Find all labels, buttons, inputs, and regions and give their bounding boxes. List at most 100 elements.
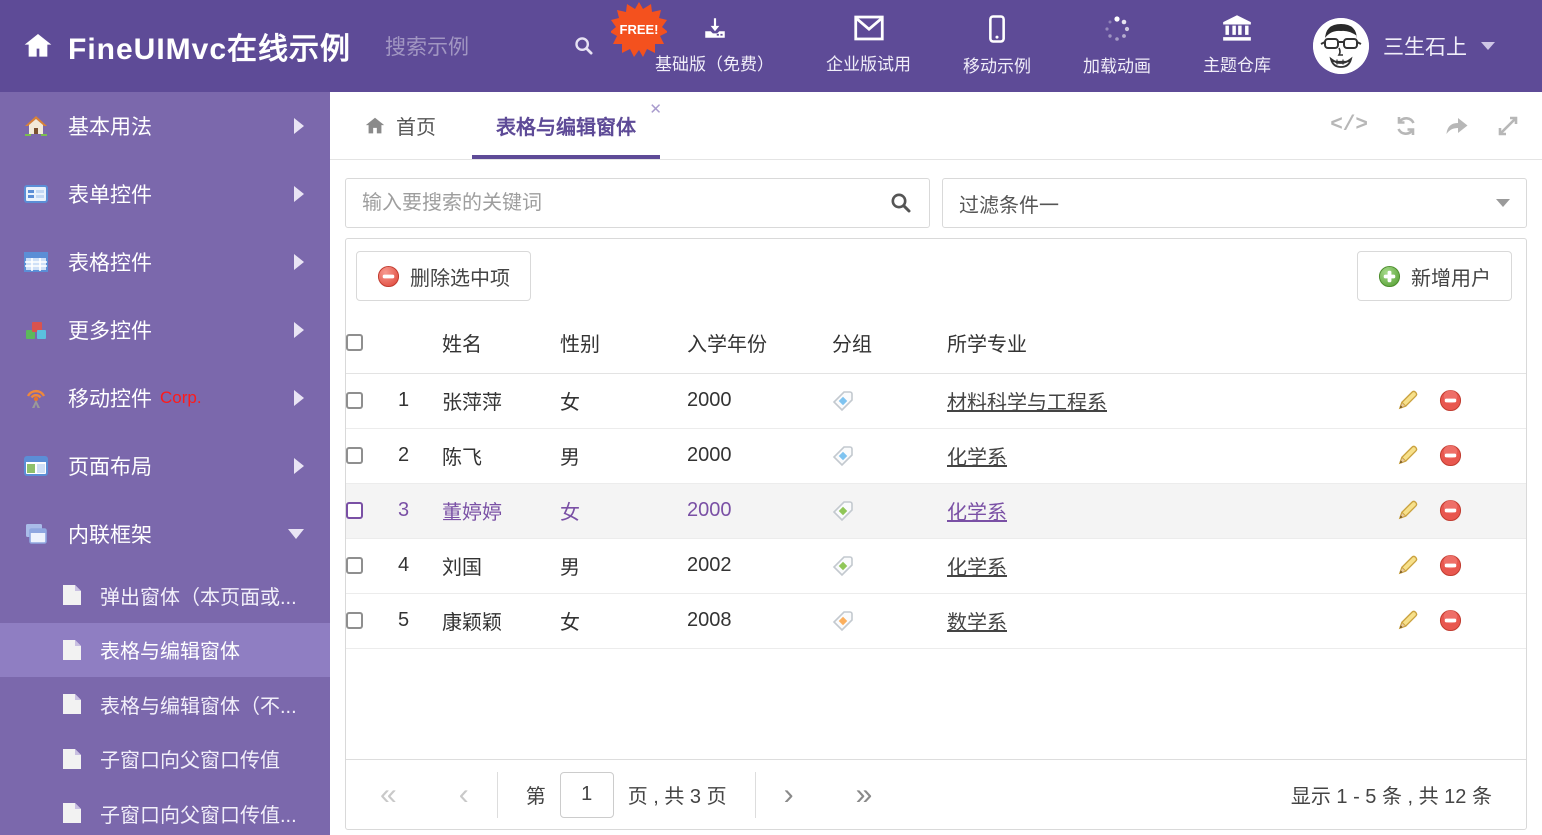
download-icon xyxy=(704,18,725,38)
nav-item-basic-edition[interactable]: FREE! 基础版（免费） xyxy=(611,2,774,77)
sidebar-subitem-3[interactable]: 子窗口向父窗口传值 xyxy=(0,732,330,787)
sidebar-item-label: 表单控件 xyxy=(68,184,152,207)
nav-item-mobile-demo[interactable]: 移动示例 xyxy=(963,15,1031,77)
sidebar-item-label: 表格控件 xyxy=(68,252,152,275)
row-checkbox[interactable] xyxy=(346,447,363,465)
table-row[interactable]: 2 陈飞 男 2000 化学系 xyxy=(346,428,1526,483)
sidebar-item-form-controls[interactable]: 表单控件 xyxy=(0,160,330,228)
sidebar-item-basic-usage[interactable]: 基本用法 xyxy=(0,92,330,160)
table-row[interactable]: 5 康颖颖 女 2008 数学系 xyxy=(346,593,1526,648)
column-header-group[interactable]: 分组 xyxy=(832,313,947,373)
home-icon[interactable] xyxy=(22,30,54,62)
cell-group xyxy=(832,593,947,648)
nav-item-label: 移动示例 xyxy=(963,57,1032,76)
nav-item-loading-animation[interactable]: 加载动画 xyxy=(1083,15,1151,77)
cell-major: 材料科学与工程系 xyxy=(947,373,1396,428)
sidebar-item-more-controls[interactable]: 更多控件 xyxy=(0,296,330,364)
column-header-name[interactable]: 姓名 xyxy=(442,313,560,373)
edit-icon[interactable] xyxy=(1396,444,1419,467)
keyword-search-box[interactable] xyxy=(345,178,930,228)
major-link[interactable]: 化学系 xyxy=(947,502,1007,524)
tab-bar: 首页 表格与编辑窗体 ✕ </> xyxy=(330,92,1542,160)
row-checkbox[interactable] xyxy=(346,392,363,410)
sidebar-subitem-2[interactable]: 表格与编辑窗体（不... xyxy=(0,677,330,732)
row-checkbox[interactable] xyxy=(346,557,363,575)
form-icon xyxy=(24,185,48,203)
major-link[interactable]: 化学系 xyxy=(947,557,1007,579)
edit-icon[interactable] xyxy=(1396,554,1419,577)
table-row[interactable]: 3 董婷婷 女 2000 化学系 xyxy=(346,483,1526,538)
row-checkbox[interactable] xyxy=(346,612,363,630)
cell-name: 陈飞 xyxy=(442,447,482,469)
page-number-input[interactable] xyxy=(559,771,614,818)
prev-page-button[interactable]: ‹ xyxy=(459,779,469,810)
sidebar-item-grid-controls[interactable]: 表格控件 xyxy=(0,228,330,296)
cell-year: 2008 xyxy=(687,609,732,631)
mobile-icon xyxy=(989,15,1005,43)
share-icon[interactable] xyxy=(1444,114,1470,138)
major-link[interactable]: 数学系 xyxy=(947,612,1007,634)
user-menu[interactable]: 三生石上 xyxy=(1313,18,1496,74)
sidebar-item-label: 基本用法 xyxy=(68,116,152,139)
refresh-icon[interactable] xyxy=(1394,114,1418,138)
table-row[interactable]: 4 刘国 男 2002 化学系 xyxy=(346,538,1526,593)
header-search[interactable]: 搜索示例 xyxy=(385,31,595,61)
table-icon xyxy=(24,252,48,272)
close-icon[interactable]: ✕ xyxy=(649,102,662,117)
cell-major: 数学系 xyxy=(947,593,1396,648)
sidebar-subitem-0[interactable]: 弹出窗体（本页面或... xyxy=(0,568,330,623)
sidebar-item-mobile-controls[interactable]: 移动控件 Corp. xyxy=(0,364,330,432)
edit-icon[interactable] xyxy=(1396,499,1419,522)
plus-circle-icon xyxy=(1378,265,1401,287)
row-checkbox[interactable] xyxy=(346,502,363,520)
sidebar: 基本用法 表单控件 表格控件 更多控件 移动控件 Corp. 页面布局 内联框架… xyxy=(0,92,330,835)
cell-name: 董婷婷 xyxy=(442,502,502,524)
sidebar-subitem-label: 子窗口向父窗口传值 xyxy=(100,750,280,773)
cell-gender: 女 xyxy=(560,502,580,524)
table-row[interactable]: 1 张萍萍 女 2000 材料科学与工程系 xyxy=(346,373,1526,428)
nav-item-enterprise-trial[interactable]: 企业版试用 xyxy=(826,15,911,77)
antenna-icon xyxy=(26,389,46,408)
view-source-icon[interactable]: </> xyxy=(1330,114,1368,137)
major-link[interactable]: 化学系 xyxy=(947,447,1007,469)
sidebar-subitem-1[interactable]: 表格与编辑窗体 xyxy=(0,622,330,677)
keyword-search-input[interactable] xyxy=(362,191,889,215)
home-icon xyxy=(365,117,385,133)
filter-dropdown[interactable]: 过滤条件一 xyxy=(942,178,1527,228)
select-all-checkbox[interactable] xyxy=(346,334,363,352)
delete-icon[interactable] xyxy=(1439,499,1462,522)
app-header: FineUIMvc在线示例 搜索示例 FREE! 基础版（免费） 企业版试用 移… xyxy=(0,0,1542,92)
edit-icon[interactable] xyxy=(1396,389,1419,412)
sidebar-subitem-4[interactable]: 子窗口向父窗口传值... xyxy=(0,786,330,835)
search-icon[interactable] xyxy=(889,191,913,215)
delete-icon[interactable] xyxy=(1439,389,1462,412)
edit-icon[interactable] xyxy=(1396,609,1419,632)
chevron-right-icon xyxy=(294,390,304,406)
next-page-button[interactable]: › xyxy=(784,779,794,810)
delete-icon[interactable] xyxy=(1439,444,1462,467)
tag-icon xyxy=(832,555,853,576)
delete-icon[interactable] xyxy=(1439,554,1462,577)
delete-icon[interactable] xyxy=(1439,609,1462,632)
sidebar-item-page-layout[interactable]: 页面布局 xyxy=(0,432,330,500)
first-page-button[interactable]: « xyxy=(380,779,397,810)
column-header-year[interactable]: 入学年份 xyxy=(687,313,832,373)
tab-home[interactable]: 首页 xyxy=(360,92,440,159)
last-page-button[interactable]: » xyxy=(856,779,873,810)
cell-name: 刘国 xyxy=(442,557,482,579)
add-user-button[interactable]: 新增用户 xyxy=(1357,251,1512,301)
row-number: 3 xyxy=(398,499,410,521)
column-header-major[interactable]: 所学专业 xyxy=(947,313,1396,373)
bank-icon xyxy=(1223,15,1251,41)
major-link[interactable]: 材料科学与工程系 xyxy=(947,392,1107,414)
nav-item-theme-store[interactable]: 主题仓库 xyxy=(1203,15,1271,77)
delete-selected-button[interactable]: 删除选中项 xyxy=(356,251,531,301)
column-header-gender[interactable]: 性别 xyxy=(560,313,687,373)
pagination-bar: « ‹ 第 页 , 共 3 页 › » 显示 1 - 5 条 , 共 12 条 xyxy=(346,759,1526,829)
tab-grid-edit-window[interactable]: 表格与编辑窗体 ✕ xyxy=(472,92,662,159)
sidebar-item-inline-frame[interactable]: 内联框架 xyxy=(0,500,330,568)
sidebar-item-label: 页面布局 xyxy=(68,456,152,479)
expand-icon[interactable] xyxy=(1496,114,1520,138)
search-icon[interactable] xyxy=(573,35,595,57)
frames-icon xyxy=(26,524,47,544)
